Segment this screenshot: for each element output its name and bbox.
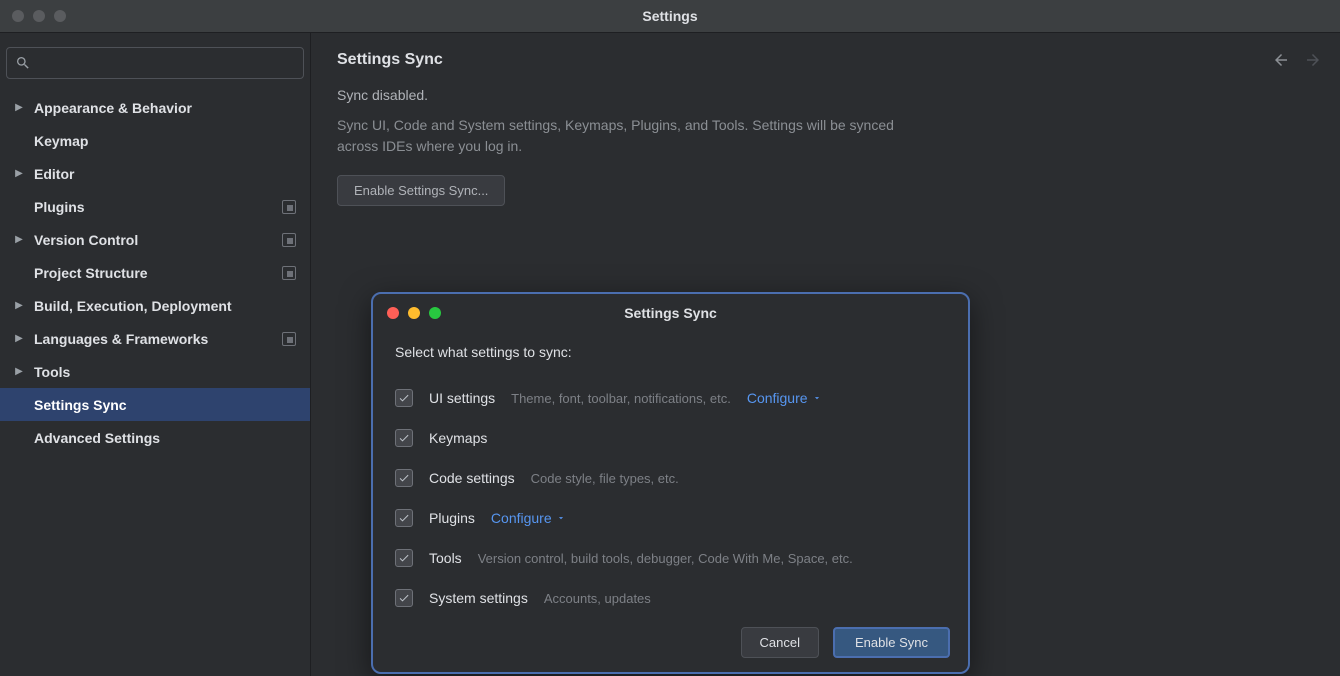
sidebar-item-build-execution-deployment[interactable]: ▶ Build, Execution, Deployment (0, 289, 310, 322)
sidebar-item-keymap[interactable]: Keymap (0, 124, 310, 157)
search-icon (15, 55, 31, 71)
configure-link[interactable]: Configure (747, 390, 822, 406)
minimize-window-icon[interactable] (33, 10, 45, 22)
sync-status: Sync disabled. (337, 87, 1314, 103)
sidebar-item-label: Keymap (34, 133, 88, 149)
dialog-close-icon[interactable] (387, 307, 399, 319)
sidebar-item-label: Tools (34, 364, 70, 380)
nav-forward-icon (1304, 51, 1322, 69)
sync-option-checkbox[interactable] (395, 429, 413, 447)
dialog-title: Settings Sync (624, 305, 717, 321)
sidebar-item-label: Languages & Frameworks (34, 331, 208, 347)
configure-link[interactable]: Configure (491, 510, 566, 526)
project-scope-icon (282, 332, 296, 346)
sync-option-label: UI settings (429, 390, 495, 406)
maximize-window-icon[interactable] (54, 10, 66, 22)
cancel-button[interactable]: Cancel (741, 627, 819, 658)
chevron-right-icon: ▶ (12, 300, 26, 311)
window-title: Settings (642, 8, 697, 24)
dialog-prompt: Select what settings to sync: (395, 344, 946, 360)
sidebar-item-advanced-settings[interactable]: Advanced Settings (0, 421, 310, 454)
sidebar-item-label: Plugins (34, 199, 85, 215)
sync-option-hint: Code style, file types, etc. (531, 471, 679, 486)
sync-option-row: Code settings Code style, file types, etc… (395, 458, 946, 498)
dialog-titlebar: Settings Sync (373, 294, 968, 332)
sync-option-hint: Version control, build tools, debugger, … (478, 551, 853, 566)
sync-description: Sync UI, Code and System settings, Keyma… (337, 115, 897, 157)
main-titlebar: Settings (0, 0, 1340, 33)
sync-option-checkbox[interactable] (395, 549, 413, 567)
configure-label: Configure (747, 390, 808, 406)
sync-option-checkbox[interactable] (395, 469, 413, 487)
sync-option-checkbox[interactable] (395, 509, 413, 527)
sync-options-list: UI settings Theme, font, toolbar, notific… (395, 378, 946, 618)
chevron-right-icon: ▶ (12, 366, 26, 377)
sidebar-item-editor[interactable]: ▶ Editor (0, 157, 310, 190)
chevron-right-icon: ▶ (12, 102, 26, 113)
sync-option-label: Keymaps (429, 430, 487, 446)
settings-tree: ▶ Appearance & Behavior Keymap ▶ Editor Plugi… (0, 89, 310, 454)
chevron-right-icon: ▶ (12, 333, 26, 344)
sidebar-item-settings-sync[interactable]: Settings Sync (0, 388, 310, 421)
chevron-right-icon: ▶ (12, 168, 26, 179)
search-input[interactable] (6, 47, 304, 79)
sync-option-row: Tools Version control, build tools, debug… (395, 538, 946, 578)
page-heading: Settings Sync (337, 51, 1314, 69)
settings-sync-dialog: Settings Sync Select what settings to sy… (371, 292, 970, 674)
nav-back-icon[interactable] (1272, 51, 1290, 69)
sync-option-label: Plugins (429, 510, 475, 526)
sync-option-label: Tools (429, 550, 462, 566)
sidebar-item-languages-frameworks[interactable]: ▶ Languages & Frameworks (0, 322, 310, 355)
sidebar-item-label: Project Structure (34, 265, 148, 281)
close-window-icon[interactable] (12, 10, 24, 22)
settings-sidebar: ▶ Appearance & Behavior Keymap ▶ Editor Plugi… (0, 33, 311, 676)
sync-option-hint: Accounts, updates (544, 591, 651, 606)
sidebar-item-plugins[interactable]: Plugins (0, 190, 310, 223)
sidebar-item-label: Appearance & Behavior (34, 100, 192, 116)
sync-option-label: Code settings (429, 470, 515, 486)
chevron-right-icon: ▶ (12, 234, 26, 245)
window-controls (12, 10, 66, 22)
sync-option-label: System settings (429, 590, 528, 606)
sync-option-checkbox[interactable] (395, 389, 413, 407)
search-field[interactable] (35, 56, 295, 71)
sidebar-item-tools[interactable]: ▶ Tools (0, 355, 310, 388)
sync-option-row: Plugins Configure (395, 498, 946, 538)
sync-option-row: System settings Accounts, updates (395, 578, 946, 618)
sidebar-item-label: Editor (34, 166, 74, 182)
sidebar-item-label: Advanced Settings (34, 430, 160, 446)
sync-option-row: Keymaps (395, 418, 946, 458)
dialog-maximize-icon[interactable] (429, 307, 441, 319)
sidebar-item-version-control[interactable]: ▶ Version Control (0, 223, 310, 256)
sidebar-item-appearance-behavior[interactable]: ▶ Appearance & Behavior (0, 91, 310, 124)
sync-option-checkbox[interactable] (395, 589, 413, 607)
sidebar-item-project-structure[interactable]: Project Structure (0, 256, 310, 289)
project-scope-icon (282, 200, 296, 214)
project-scope-icon (282, 233, 296, 247)
dialog-minimize-icon[interactable] (408, 307, 420, 319)
enable-sync-button[interactable]: Enable Settings Sync... (337, 175, 505, 206)
project-scope-icon (282, 266, 296, 280)
sidebar-item-label: Build, Execution, Deployment (34, 298, 232, 314)
configure-label: Configure (491, 510, 552, 526)
sidebar-item-label: Version Control (34, 232, 138, 248)
enable-sync-confirm-button[interactable]: Enable Sync (833, 627, 950, 658)
sync-option-row: UI settings Theme, font, toolbar, notific… (395, 378, 946, 418)
sidebar-item-label: Settings Sync (34, 397, 127, 413)
sync-option-hint: Theme, font, toolbar, notifications, etc… (511, 391, 731, 406)
